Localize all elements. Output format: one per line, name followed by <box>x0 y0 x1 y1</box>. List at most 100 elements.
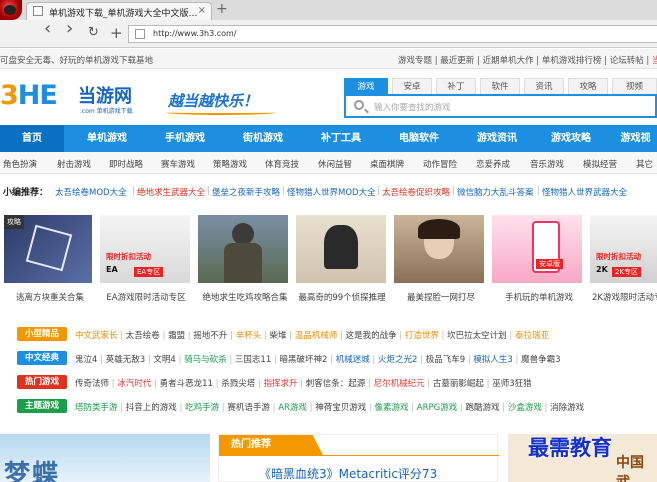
game-link[interactable]: 沙盒游戏 <box>508 403 542 413</box>
nav-game-news[interactable]: 游戏资讯 <box>462 125 532 152</box>
nav-mobile-games[interactable]: 手机游戏 <box>150 125 220 152</box>
row-label[interactable]: 主题游戏 <box>17 399 67 413</box>
close-tab-icon[interactable]: × <box>198 5 206 16</box>
bottom-left-banner[interactable]: 梦蝶 <box>0 434 210 482</box>
row-label[interactable]: 小型精品 <box>17 327 67 341</box>
game-link[interactable]: 太吾绘卷 <box>126 331 160 341</box>
game-link[interactable]: 神荷宝贝游戏 <box>315 403 366 413</box>
genre-link[interactable]: 模拟经营 <box>583 158 617 170</box>
site-logo[interactable]: 3HE <box>0 80 58 111</box>
game-link[interactable]: 古墓丽影崛起 <box>433 379 484 389</box>
search-tab-android[interactable]: 安卓 <box>392 78 432 94</box>
thumb-detective[interactable] <box>296 215 386 283</box>
nav-home[interactable]: 首页 <box>0 125 64 152</box>
reload-icon[interactable]: ↻ <box>88 25 99 41</box>
genre-link[interactable]: 恋爱养成 <box>476 158 510 170</box>
thumb-caption[interactable]: 最高奇的99个侦探推理 <box>294 291 390 303</box>
search-tab-patch[interactable]: 补丁 <box>436 78 476 94</box>
thumb-caption[interactable]: 逃离方块重关合集 <box>10 291 90 303</box>
genre-link[interactable]: 桌面棋牌 <box>370 158 404 170</box>
genre-link[interactable]: 体育竞技 <box>265 158 299 170</box>
address-url[interactable]: http://www.3h3.com/ <box>153 29 237 38</box>
browser-tab[interactable]: 单机游戏下载_单机游戏大全中文版… × <box>26 2 212 20</box>
nav-arcade-games[interactable]: 街机游戏 <box>228 125 298 152</box>
genre-link[interactable]: 其它 <box>636 158 653 170</box>
game-link[interactable]: 传奇法师 <box>75 379 109 389</box>
game-link[interactable]: 柴堆 <box>269 331 286 341</box>
thumb-caption[interactable]: EA游戏限时活动专区 <box>98 291 194 303</box>
nav-game-guides[interactable]: 游戏攻略 <box>540 125 602 152</box>
thumb-pubg[interactable] <box>198 215 288 283</box>
game-link[interactable]: 这是我的战争 <box>346 331 397 341</box>
game-link[interactable]: 冰汽时代 <box>117 379 151 389</box>
pick-link[interactable]: 怪物猎人世界武器大全 <box>542 186 627 198</box>
game-link[interactable]: 坎巴拉太空计划 <box>447 331 507 341</box>
nav-patch-tools[interactable]: 补丁工具 <box>306 125 376 152</box>
top-link[interactable]: 游戏专题 <box>398 56 432 66</box>
browser-logo-icon[interactable] <box>0 0 22 20</box>
game-link[interactable]: 赛机语手游 <box>227 403 270 413</box>
game-link[interactable]: 鬼泣4 <box>75 355 97 365</box>
top-link[interactable]: 论坛转帖 <box>610 56 644 66</box>
game-link[interactable]: 吃鸡手游 <box>185 403 219 413</box>
game-link[interactable]: 温品机械师 <box>295 331 338 341</box>
game-link[interactable]: 泰拉瑞亚 <box>515 331 549 341</box>
game-link[interactable]: 暗黑破坏神2 <box>280 355 328 365</box>
search-input[interactable]: 输入你要查找的游戏 <box>344 94 657 118</box>
thumb-caption[interactable]: 绝地求生吃鸡攻略合集 <box>198 291 292 303</box>
new-tab-icon[interactable]: + <box>216 2 228 16</box>
game-link[interactable]: 机械迷城 <box>336 355 370 365</box>
thumb-caption[interactable]: 手机玩的单机游戏 <box>496 291 582 303</box>
thumb-ea-promo[interactable]: 限时折扣活动 EA EA专区 <box>100 215 190 283</box>
game-link[interactable]: AR游戏 <box>278 403 307 413</box>
game-link[interactable]: 魔兽争霸3 <box>521 355 560 365</box>
game-link[interactable]: 塔防类手游 <box>75 403 118 413</box>
thumb-character-face[interactable] <box>394 215 484 283</box>
row-label[interactable]: 中文经典 <box>17 351 67 365</box>
top-link[interactable]: 最近更新 <box>440 56 474 66</box>
game-link[interactable]: 中文武家长 <box>75 331 118 341</box>
address-bar[interactable]: http://www.3h3.com/ <box>128 25 657 43</box>
search-tab-guide[interactable]: 攻略 <box>568 78 608 94</box>
game-link[interactable]: 辛杯头 <box>236 331 262 341</box>
pick-link[interactable]: 堡垒之夜新手攻略 <box>212 186 280 198</box>
genre-link[interactable]: 音乐游戏 <box>530 158 564 170</box>
search-tab-game[interactable]: 游戏 <box>344 78 388 94</box>
game-link[interactable]: 文明4 <box>153 355 175 365</box>
genre-link[interactable]: 赛车游戏 <box>161 158 195 170</box>
pick-link[interactable]: 太吾绘卷MOD大全 <box>55 186 127 198</box>
game-link[interactable]: 霜盟 <box>168 331 185 341</box>
thumb-cube-escape[interactable]: 攻略 <box>4 215 92 283</box>
game-link[interactable]: ARPG游戏 <box>417 403 457 413</box>
game-link[interactable]: 极品飞车9 <box>426 355 465 365</box>
game-link[interactable]: 骑马与砍杀 <box>184 355 227 365</box>
pick-link[interactable]: 绝地求生武器大全 <box>137 186 205 198</box>
pick-link[interactable]: 怪物猎人世界MOD大全 <box>287 186 376 198</box>
hot-headline[interactable]: 《暗黑血统3》Metacritic评分73 <box>259 465 437 482</box>
game-link[interactable]: 三国志11 <box>235 355 271 365</box>
genre-link[interactable]: 射击游戏 <box>57 158 91 170</box>
search-tab-software[interactable]: 软件 <box>480 78 520 94</box>
genre-link[interactable]: 动作冒险 <box>423 158 457 170</box>
pick-link[interactable]: 太吾绘卷促织攻略 <box>382 186 450 198</box>
search-tab-video[interactable]: 视频 <box>612 78 657 94</box>
top-link-hot[interactable]: 当 <box>652 56 657 66</box>
add-bookmark-icon[interactable]: + <box>110 25 123 41</box>
genre-link[interactable]: 策略游戏 <box>213 158 247 170</box>
game-link[interactable]: 勇者斗恶龙11 <box>160 379 213 389</box>
thumb-2k-promo[interactable]: 限时折扣活动 2K 2K专区 <box>590 215 657 283</box>
thumb-mobile-games[interactable]: 安卓版 <box>492 215 582 283</box>
game-link[interactable]: 刺客信条：起源 <box>306 379 366 389</box>
game-link[interactable]: 指挥求升 <box>264 379 298 389</box>
hot-recommend-tab[interactable]: 热门推荐 <box>219 435 323 455</box>
row-label[interactable]: 热门游戏 <box>17 375 67 389</box>
game-link[interactable]: 跑酷游戏 <box>466 403 500 413</box>
top-link[interactable]: 近期单机大作 <box>483 56 534 66</box>
search-tab-news[interactable]: 资讯 <box>524 78 564 94</box>
game-link[interactable]: 抖音上的游戏 <box>126 403 177 413</box>
nav-pc-games[interactable]: 单机游戏 <box>72 125 142 152</box>
nav-pc-software[interactable]: 电脑软件 <box>384 125 454 152</box>
thumb-caption[interactable]: 最美捏脸一网打尽 <box>398 291 484 303</box>
nav-game-video[interactable]: 游戏视 <box>614 125 657 152</box>
back-icon[interactable]: ‹ <box>44 20 51 38</box>
